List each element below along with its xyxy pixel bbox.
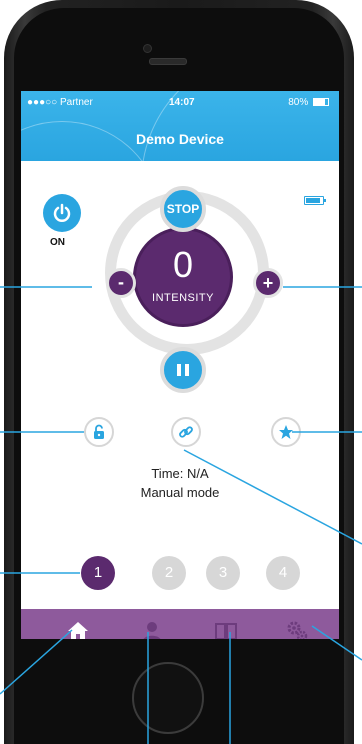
annotation-callouts [0,286,362,744]
callout-line [311,625,362,661]
callout-line [0,629,73,695]
callout-line [183,449,362,545]
